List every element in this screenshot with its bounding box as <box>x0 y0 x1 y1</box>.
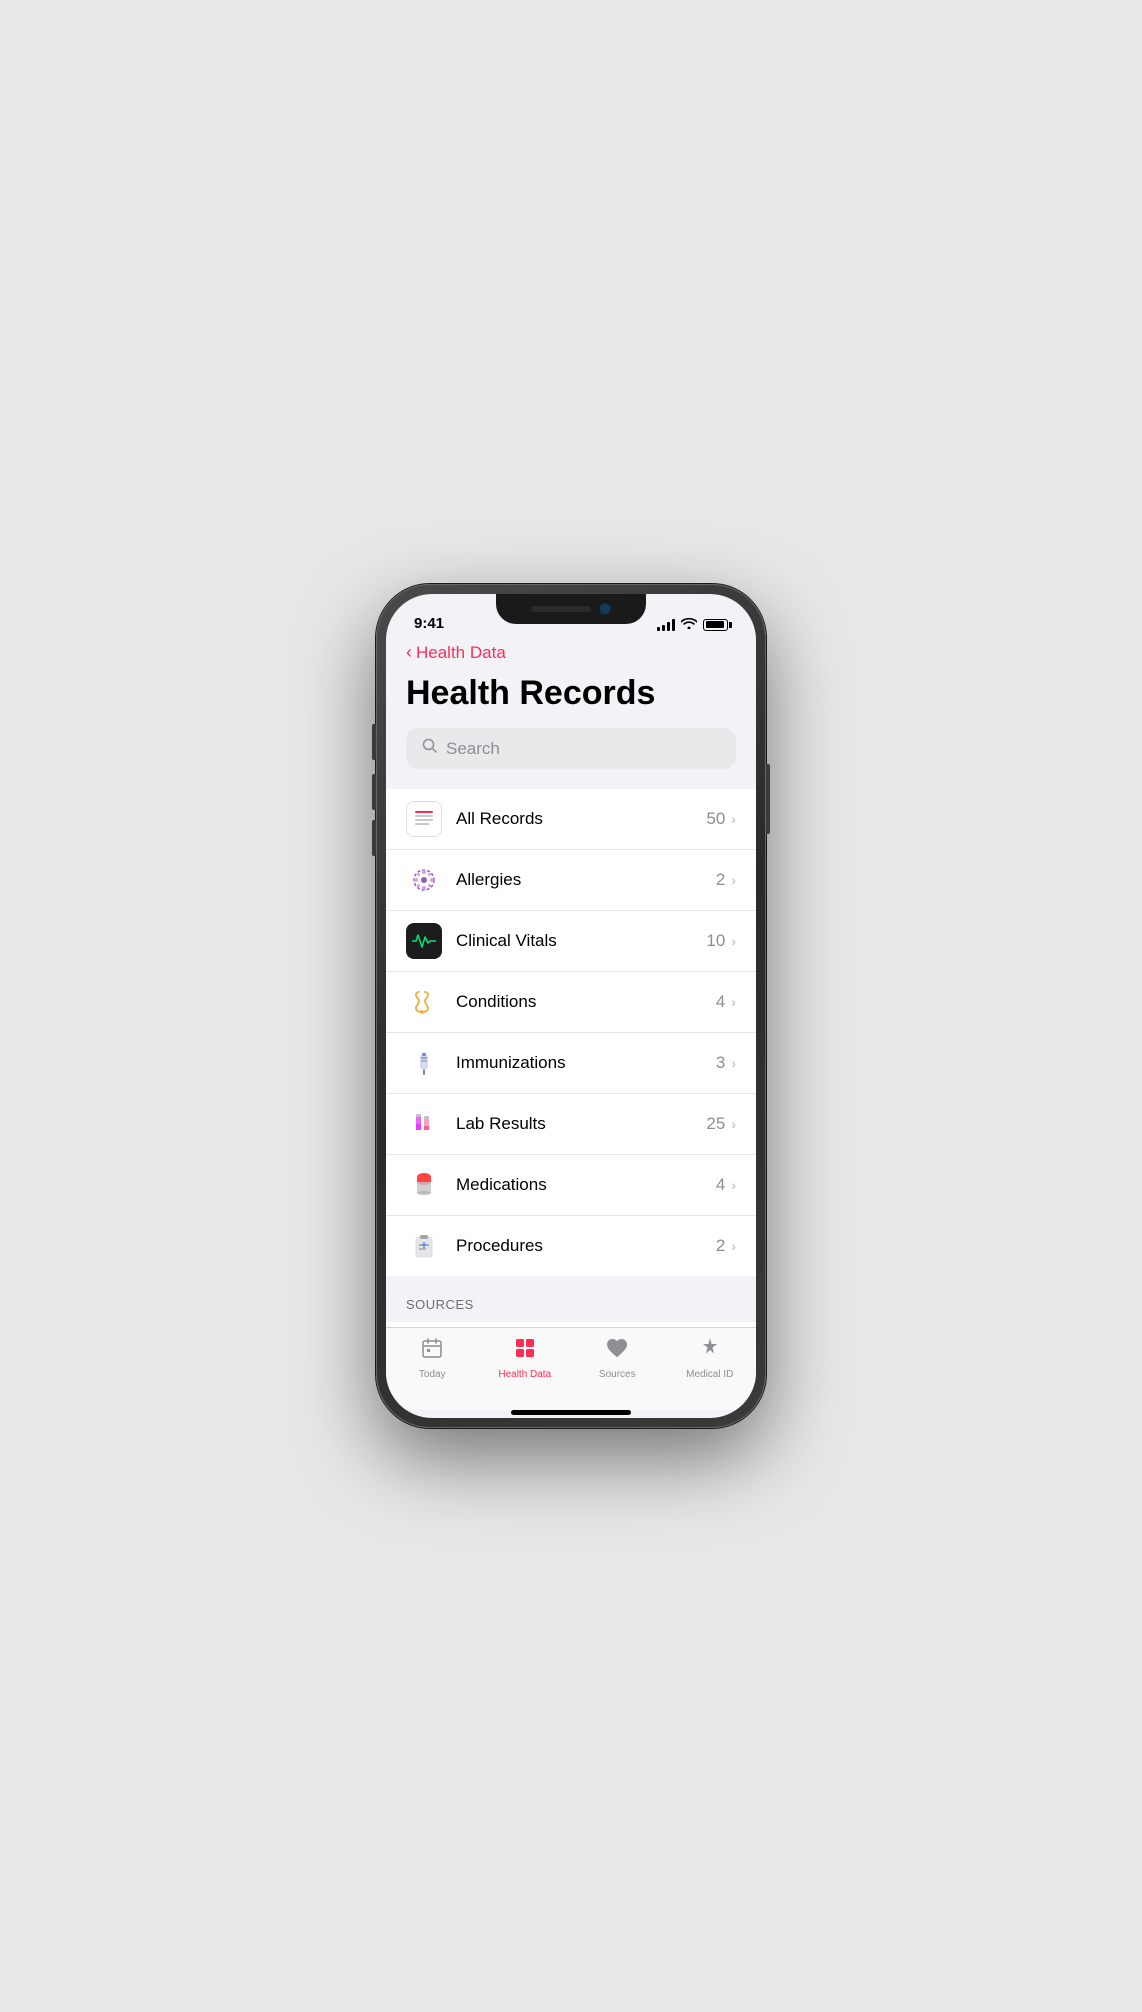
tab-today-label: Today <box>419 1369 446 1380</box>
tab-sources[interactable]: Sources <box>571 1336 664 1380</box>
item-count: 3 <box>716 1053 725 1073</box>
list-item[interactable]: Procedures 2 › <box>386 1216 756 1276</box>
sources-header-label: SOURCES <box>406 1297 474 1312</box>
item-count: 2 <box>716 870 725 890</box>
list-item[interactable]: Conditions 4 › <box>386 972 756 1033</box>
chevron-icon: › <box>731 811 736 827</box>
item-label: All Records <box>456 809 706 829</box>
back-button[interactable]: ‹ Health Data <box>386 638 756 671</box>
back-chevron-icon: ‹ <box>406 642 412 663</box>
status-icons <box>657 617 728 632</box>
tab-sources-label: Sources <box>599 1369 636 1380</box>
list-item[interactable]: Immunizations 3 › <box>386 1033 756 1094</box>
item-label: Allergies <box>456 870 716 890</box>
search-bar[interactable]: Search <box>406 728 736 769</box>
signal-icon <box>657 619 675 631</box>
conditions-icon <box>406 984 442 1020</box>
list-item[interactable]: Allergies 2 › <box>386 850 756 911</box>
chevron-icon: › <box>731 1177 736 1193</box>
phone-frame: 9:41 <box>376 584 766 1428</box>
item-count: 10 <box>706 931 725 951</box>
wifi-icon <box>681 617 697 632</box>
all-records-icon <box>406 801 442 837</box>
item-label: Conditions <box>456 992 716 1012</box>
item-label: Lab Results <box>456 1114 706 1134</box>
tab-health-data-label: Health Data <box>498 1369 551 1380</box>
tab-health-data[interactable]: Health Data <box>479 1336 572 1380</box>
list-item[interactable]: Clinical Vitals 10 › <box>386 911 756 972</box>
chevron-icon: › <box>731 1055 736 1071</box>
item-label: Immunizations <box>456 1053 716 1073</box>
chevron-icon: › <box>731 933 736 949</box>
tab-medical-id[interactable]: Medical ID <box>664 1336 757 1380</box>
back-label: Health Data <box>416 643 506 663</box>
item-count: 2 <box>716 1236 725 1256</box>
camera <box>599 603 611 615</box>
notch <box>496 594 646 624</box>
tab-medical-id-label: Medical ID <box>686 1369 733 1380</box>
health-data-icon <box>513 1336 537 1365</box>
speaker <box>531 606 591 612</box>
home-bar <box>511 1410 631 1415</box>
medical-id-icon <box>698 1336 722 1365</box>
chevron-icon: › <box>731 994 736 1010</box>
home-indicator <box>386 1410 756 1418</box>
item-label: Clinical Vitals <box>456 931 706 951</box>
immunizations-icon <box>406 1045 442 1081</box>
today-icon <box>420 1336 444 1365</box>
tab-bar: Today Health Data <box>386 1327 756 1410</box>
tab-today[interactable]: Today <box>386 1336 479 1380</box>
medications-icon <box>406 1167 442 1203</box>
item-label: Procedures <box>456 1236 716 1256</box>
item-count: 25 <box>706 1114 725 1134</box>
records-list: All Records 50 › <box>386 789 756 1276</box>
item-count: 4 <box>716 1175 725 1195</box>
vitals-icon <box>406 923 442 959</box>
list-item[interactable]: Lab Results 25 › <box>386 1094 756 1155</box>
main-content: ‹ Health Data Health Records Search <box>386 638 756 1327</box>
chevron-icon: › <box>731 1116 736 1132</box>
search-placeholder: Search <box>446 739 500 759</box>
battery-icon <box>703 619 728 631</box>
sources-icon <box>605 1336 629 1365</box>
chevron-icon: › <box>731 872 736 888</box>
sources-section-header: SOURCES <box>386 1276 756 1322</box>
allergies-icon <box>406 862 442 898</box>
phone-screen: 9:41 <box>386 594 756 1418</box>
item-count: 50 <box>706 809 725 829</box>
search-icon <box>422 738 438 759</box>
list-item[interactable]: All Records 50 › <box>386 789 756 850</box>
item-count: 4 <box>716 992 725 1012</box>
lab-icon <box>406 1106 442 1142</box>
status-time: 9:41 <box>414 615 444 632</box>
page-title: Health Records <box>386 671 756 728</box>
chevron-icon: › <box>731 1238 736 1254</box>
item-label: Medications <box>456 1175 716 1195</box>
procedures-icon <box>406 1228 442 1264</box>
list-item[interactable]: Medications 4 › <box>386 1155 756 1216</box>
